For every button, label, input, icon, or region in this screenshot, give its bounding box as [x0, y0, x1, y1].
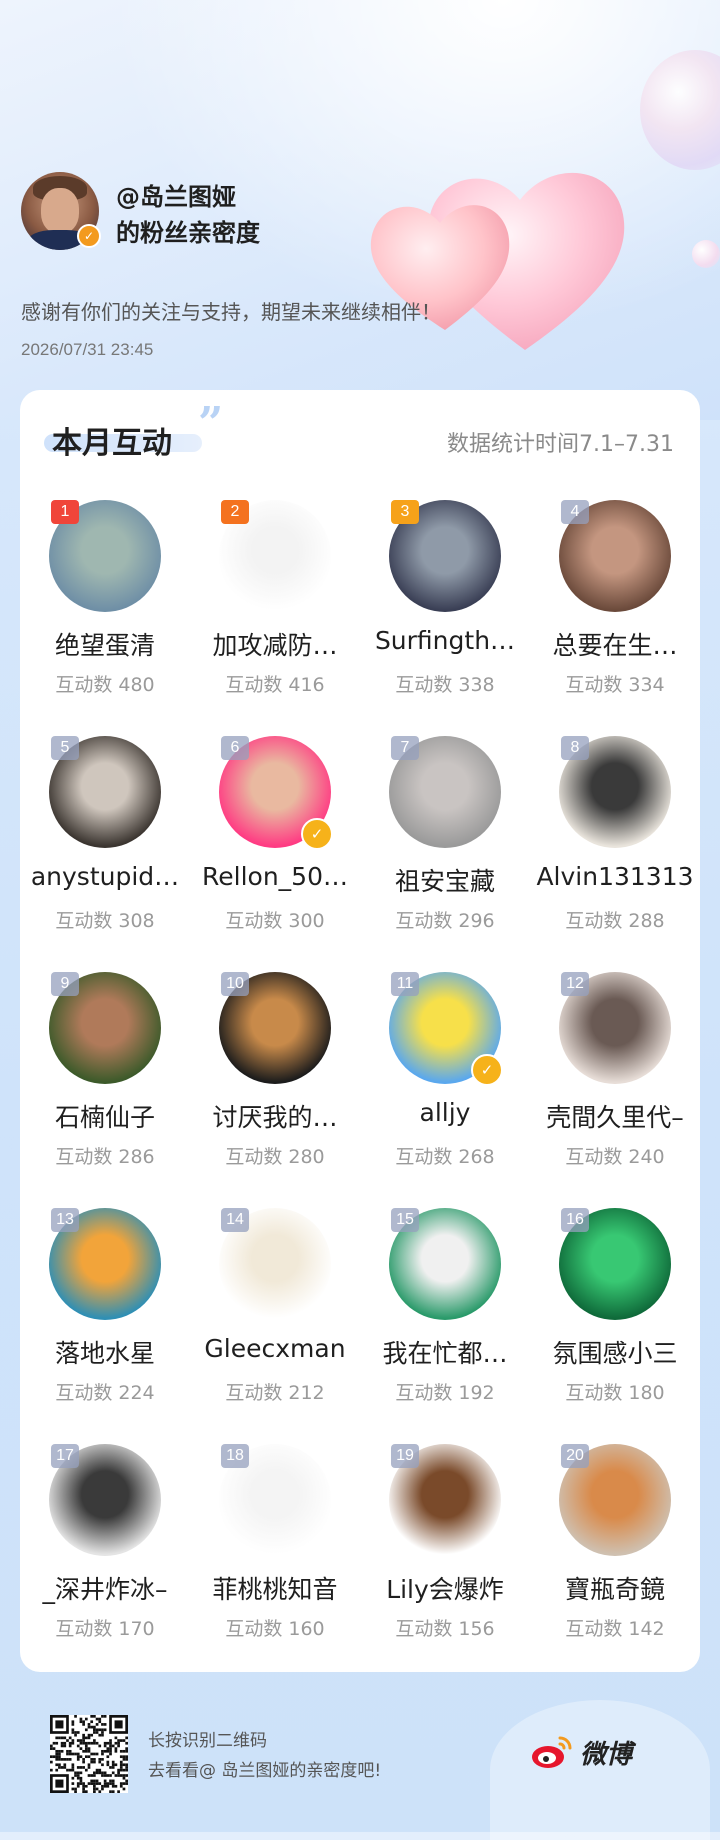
interaction-count: 互动数 296	[395, 910, 495, 932]
rank-badge: 18	[221, 1444, 249, 1468]
fan-name[interactable]: Gleecxman	[194, 1334, 356, 1363]
rank-badge: 3	[391, 500, 419, 524]
rank-badge: 11	[391, 972, 419, 996]
interaction-count: 互动数 334	[565, 674, 665, 696]
fan-name[interactable]: Surfingth…	[364, 626, 526, 655]
fan-item[interactable]: 2 加攻减防… 互动数 416	[190, 500, 360, 736]
verified-badge-icon: ✓	[471, 1054, 503, 1086]
fan-item[interactable]: 5 anystupid… 互动数 308	[20, 736, 190, 972]
interaction-count: 互动数 286	[55, 1146, 155, 1168]
fan-name[interactable]: 绝望蛋清	[24, 626, 186, 662]
interaction-count: 互动数 268	[395, 1146, 495, 1168]
fan-item[interactable]: 16 氛围感小三互动数 180	[530, 1208, 700, 1444]
fan-name[interactable]: 氛围感小三	[534, 1334, 696, 1370]
fan-item[interactable]: 19 Lily会爆炸互动数 156	[360, 1444, 530, 1680]
fan-name[interactable]: 讨厌我的…	[194, 1098, 356, 1134]
fan-item[interactable]: 20 寶瓶奇鏡互动数 142	[530, 1444, 700, 1680]
interaction-count: 互动数 142	[565, 1618, 665, 1640]
fan-item[interactable]: 9 石楠仙子互动数 286	[20, 972, 190, 1208]
rank-badge: 20	[561, 1444, 589, 1468]
interaction-count: 互动数 192	[395, 1382, 495, 1404]
fan-name[interactable]: 壳間久里代–	[534, 1098, 696, 1134]
fan-item[interactable]: 8 Alvin131313 互动数 288	[530, 736, 700, 972]
fan-item[interactable]: 10 讨厌我的… 互动数 280	[190, 972, 360, 1208]
fan-name[interactable]: 菲桃桃知音	[194, 1570, 356, 1606]
monthly-interaction-card: 本月互动 ” 数据统计时间7.1–7.31 1 绝望蛋清互动数 480 2 加攻减防……	[20, 390, 700, 1672]
fan-item[interactable]: 7 祖安宝藏互动数 296	[360, 736, 530, 972]
qr-code-icon[interactable]	[50, 1715, 128, 1793]
rank-badge: 10	[221, 972, 249, 996]
interaction-count: 互动数 180	[565, 1382, 665, 1404]
verified-badge-icon: ✓	[77, 224, 101, 248]
weibo-logo-icon	[532, 1736, 572, 1768]
interaction-count: 互动数 156	[395, 1618, 495, 1640]
fan-item[interactable]: 3 Surfingth… 互动数 338	[360, 500, 530, 736]
interaction-count: 互动数 224	[55, 1382, 155, 1404]
fan-name[interactable]: Rellon_50…	[194, 862, 356, 891]
interaction-count: 互动数 338	[395, 674, 495, 696]
rank-badge: 19	[391, 1444, 419, 1468]
fan-name[interactable]: Lily会爆炸	[364, 1570, 526, 1606]
fan-name[interactable]: 石楠仙子	[24, 1098, 186, 1134]
rank-badge: 1	[51, 500, 79, 524]
fan-item[interactable]: 11 ✓ alljy 互动数 268	[360, 972, 530, 1208]
fan-name[interactable]: anystupid…	[24, 862, 186, 891]
interaction-count: 互动数 170	[55, 1618, 155, 1640]
fan-item[interactable]: 4 总要在生… 互动数 334	[530, 500, 700, 736]
card-title: 本月互动	[52, 426, 172, 461]
fan-name[interactable]: 总要在生…	[534, 626, 696, 662]
fan-name[interactable]: 祖安宝藏	[364, 862, 526, 898]
fan-item[interactable]: 15 我在忙都… 互动数 192	[360, 1208, 530, 1444]
rank-badge: 2	[221, 500, 249, 524]
thanks-message: 感谢有你们的关注与支持，期望未来继续相伴！	[21, 300, 441, 324]
rank-badge: 6	[221, 736, 249, 760]
fan-item[interactable]: 17 _深井炸冰– 互动数 170	[20, 1444, 190, 1680]
rank-badge: 16	[561, 1208, 589, 1232]
fan-item[interactable]: 13 落地水星互动数 224	[20, 1208, 190, 1444]
quote-mark-icon: ”	[198, 398, 224, 449]
decor-bubble-small	[692, 240, 720, 268]
verified-badge-icon: ✓	[301, 818, 333, 850]
hearts-illustration	[370, 172, 625, 350]
owner-subtitle: 的粉丝亲密度	[116, 219, 260, 247]
qr-hint-line2: 去看看@ 岛兰图娅的亲密度吧!	[148, 1761, 382, 1781]
fan-name[interactable]: Alvin131313	[534, 862, 696, 891]
rank-badge: 5	[51, 736, 79, 760]
interaction-count: 互动数 416	[225, 674, 325, 696]
fan-item[interactable]: 1 绝望蛋清互动数 480	[20, 500, 190, 736]
weibo-brand: 微博	[580, 1740, 633, 1770]
timestamp: 2026/07/31 23:45	[21, 340, 154, 359]
fan-item[interactable]: 6 ✓ Rellon_50… 互动数 300	[190, 736, 360, 972]
fan-name[interactable]: alljy	[364, 1098, 526, 1127]
rank-badge: 14	[221, 1208, 249, 1232]
rank-badge: 13	[51, 1208, 79, 1232]
rank-badge: 8	[561, 736, 589, 760]
interaction-count: 互动数 308	[55, 910, 155, 932]
fan-item[interactable]: 14 Gleecxman 互动数 212	[190, 1208, 360, 1444]
fan-name[interactable]: _深井炸冰–	[24, 1570, 186, 1606]
interaction-count: 互动数 480	[55, 674, 155, 696]
rank-badge: 7	[391, 736, 419, 760]
owner-handle[interactable]: @岛兰图娅	[116, 177, 236, 212]
fan-item[interactable]: 12 壳間久里代– 互动数 240	[530, 972, 700, 1208]
interaction-count: 互动数 280	[225, 1146, 325, 1168]
fan-name[interactable]: 寶瓶奇鏡	[534, 1570, 696, 1606]
interaction-count: 互动数 160	[225, 1618, 325, 1640]
fan-name[interactable]: 落地水星	[24, 1334, 186, 1370]
rank-badge: 17	[51, 1444, 79, 1468]
fan-item[interactable]: 18 菲桃桃知音互动数 160	[190, 1444, 360, 1680]
rank-badge: 4	[561, 500, 589, 524]
interaction-count: 互动数 240	[565, 1146, 665, 1168]
rank-badge: 15	[391, 1208, 419, 1232]
qr-hint-line1: 长按识别二维码	[148, 1731, 267, 1751]
fan-name[interactable]: 加攻减防…	[194, 626, 356, 662]
interaction-count: 互动数 300	[225, 910, 325, 932]
interaction-count: 互动数 212	[225, 1382, 325, 1404]
rank-badge: 12	[561, 972, 589, 996]
fan-name[interactable]: 我在忙都…	[364, 1334, 526, 1370]
interaction-count: 互动数 288	[565, 910, 665, 932]
rank-badge: 9	[51, 972, 79, 996]
stats-range: 数据统计时间7.1–7.31	[447, 432, 674, 457]
